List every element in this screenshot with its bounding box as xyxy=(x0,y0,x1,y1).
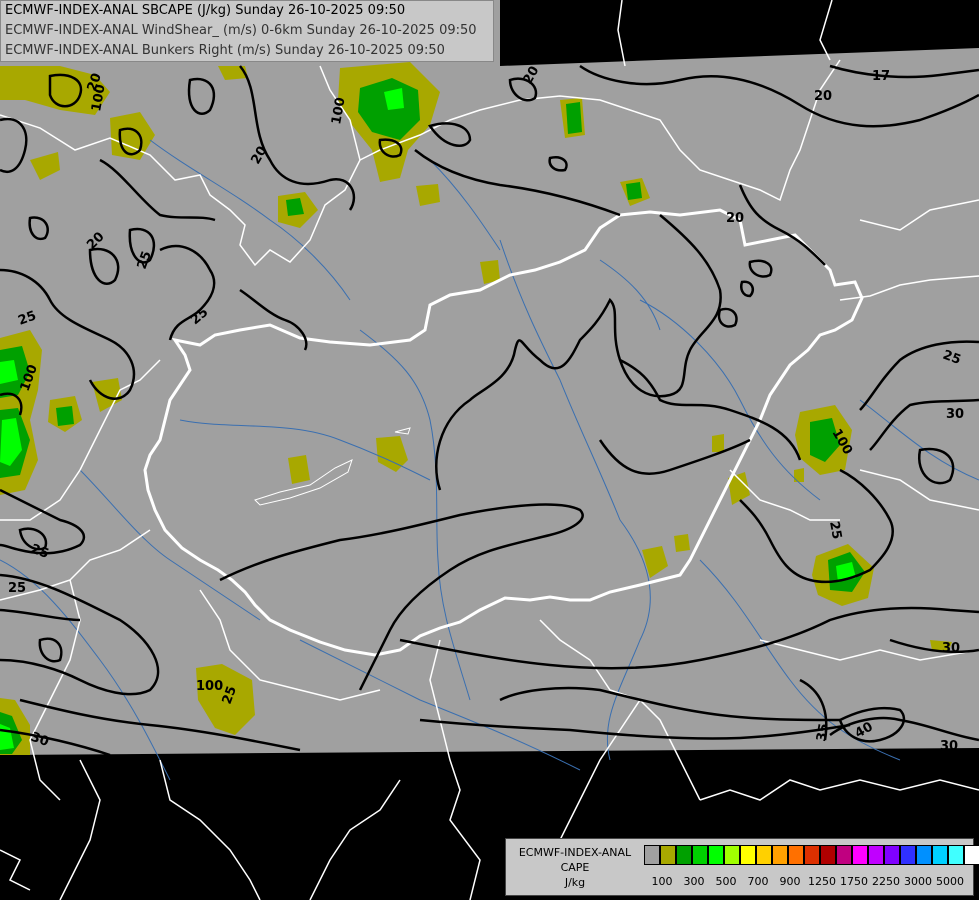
legend-swatch xyxy=(804,845,820,865)
legend-swatch xyxy=(644,845,660,865)
legend-swatch xyxy=(964,845,979,865)
contour-label: 17 xyxy=(872,69,890,84)
header-line-bunkers: ECMWF-INDEX-ANAL Bunkers Right (m/s) Sun… xyxy=(5,43,445,58)
contour-label: 25 xyxy=(826,520,844,540)
legend-swatch xyxy=(900,845,916,865)
contour-label: 20 xyxy=(814,89,832,104)
legend-tick-label: 100 xyxy=(651,875,673,888)
contour-label: 35 xyxy=(814,722,832,742)
contour-label: 25 xyxy=(615,755,633,770)
weather-map: 17 20 20 20 20 20 20 25 25 25 25 25 25 2… xyxy=(0,0,979,900)
legend-title-unit: J/kg xyxy=(564,876,586,889)
legend-tick-label: 500 xyxy=(715,875,737,888)
header-line-windshear: ECMWF-INDEX-ANAL WindShear_ (m/s) 0-6km … xyxy=(5,23,477,38)
legend-tick-label: 2250 xyxy=(872,875,900,888)
legend-tick-label: 5000 xyxy=(936,875,964,888)
legend-tick-label: 900 xyxy=(779,875,801,888)
header-line-sbcape: ECMWF-INDEX-ANAL SBCAPE (J/kg) Sunday 26… xyxy=(5,3,406,18)
cape-area xyxy=(674,534,690,552)
legend-tick-label: 1750 xyxy=(840,875,868,888)
cape-area xyxy=(712,434,724,452)
cape-area xyxy=(56,406,74,426)
legend-swatch xyxy=(772,845,788,865)
legend-swatch xyxy=(852,845,868,865)
legend-title-model: ECMWF-INDEX-ANAL xyxy=(518,846,632,859)
legend-swatch xyxy=(836,845,852,865)
legend-swatch xyxy=(932,845,948,865)
legend-swatch xyxy=(788,845,804,865)
legend-tick-label: 1250 xyxy=(808,875,836,888)
legend-swatches xyxy=(644,845,979,865)
legend-swatch xyxy=(820,845,836,865)
legend-tick-label: 700 xyxy=(747,875,769,888)
legend-title-variable: CAPE xyxy=(560,861,590,874)
legend-swatch xyxy=(740,845,756,865)
data-domain-area xyxy=(0,0,979,755)
contour-label: 100 xyxy=(196,679,223,694)
contour-label: 30 xyxy=(942,641,960,656)
legend-swatch xyxy=(948,845,964,865)
map-header: ECMWF-INDEX-ANAL SBCAPE (J/kg) Sunday 26… xyxy=(0,0,494,62)
contour-label: 20 xyxy=(726,211,744,226)
cape-legend: ECMWF-INDEX-ANAL CAPE J/kg 100 300 500 700 9… xyxy=(505,838,979,896)
map-canvas: 17 20 20 20 20 20 20 25 25 25 25 25 25 2… xyxy=(0,0,979,900)
legend-title: ECMWF-INDEX-ANAL CAPE J/kg xyxy=(506,845,644,890)
legend-swatch xyxy=(692,845,708,865)
cape-area xyxy=(566,102,582,134)
legend-swatch xyxy=(884,845,900,865)
legend-swatch xyxy=(660,845,676,865)
legend-ticks: 100 300 500 700 900 1250 1750 2250 3000 5000 xyxy=(644,875,974,889)
legend-swatch xyxy=(724,845,740,865)
cape-area xyxy=(416,184,440,206)
legend-swatch xyxy=(708,845,724,865)
contour-label: 30 xyxy=(946,407,964,422)
legend-swatch xyxy=(756,845,772,865)
contour-label: 30 xyxy=(940,739,958,754)
cape-area xyxy=(626,182,642,200)
contour-label: 25 xyxy=(8,581,26,596)
legend-tick-label: 300 xyxy=(683,875,705,888)
legend-swatch xyxy=(676,845,692,865)
legend-swatch xyxy=(916,845,932,865)
legend-swatch xyxy=(868,845,884,865)
legend-tick-label: 3000 xyxy=(904,875,932,888)
